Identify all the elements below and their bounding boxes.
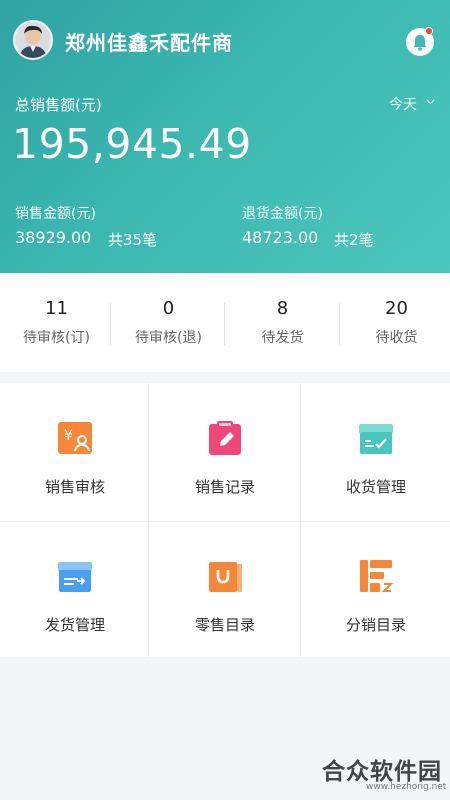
watermark-title: 合众软件园 — [322, 759, 442, 785]
distribution-catalog-icon — [360, 560, 394, 592]
sales-summary-header: 郑州佳鑫禾配件商 总销售额(元) 今天 195,945.49 销售金额(元) 3… — [0, 0, 450, 273]
retail-bag-icon — [209, 562, 242, 592]
watermark-url: www.hezhong.net — [366, 782, 447, 792]
menu-retail-catalog[interactable]: 零售目录 — [150, 521, 300, 658]
sales-amount-label: 销售金额(元) — [15, 206, 96, 222]
menu-distribution-catalog[interactable]: 分销目录 — [301, 521, 450, 658]
order-status-bar: 11 待审核(订) 0 待审核(退) 8 待发货 20 待收货 — [0, 273, 450, 372]
menu-sales-record[interactable]: 销售记录 — [150, 383, 300, 520]
status-pending-order-review[interactable]: 11 待审核(订) — [0, 298, 113, 347]
edit-record-icon — [209, 421, 241, 455]
divider — [224, 303, 225, 345]
watermark: 合众软件园 www.hezhong.net — [300, 744, 450, 800]
shop-name: 郑州佳鑫禾配件商 — [65, 31, 233, 55]
divider — [110, 303, 111, 345]
svg-text:¥: ¥ — [64, 428, 73, 444]
returns-count: 共2笔 — [334, 231, 374, 249]
status-label: 待发货 — [261, 330, 304, 346]
chevron-down-icon[interactable] — [426, 97, 435, 106]
status-count: 8 — [276, 298, 289, 319]
total-sales-value: 195,945.49 — [12, 120, 252, 168]
sales-count: 共35笔 — [108, 231, 158, 249]
menu-label: 销售记录 — [194, 478, 255, 496]
menu-label: 零售目录 — [194, 616, 255, 634]
status-label: 待审核(订) — [23, 330, 90, 346]
yuan-audit-icon: ¥ — [58, 422, 92, 454]
status-count: 11 — [45, 298, 68, 319]
returns-amount-value: 48723.00 — [242, 228, 319, 247]
menu-shipping-management[interactable]: 发货管理 — [0, 521, 150, 658]
status-count: 0 — [162, 298, 175, 319]
menu-sales-audit[interactable]: ¥ 销售审核 — [0, 383, 150, 520]
period-selector[interactable]: 今天 — [389, 94, 417, 114]
status-label: 待审核(退) — [135, 330, 202, 346]
menu-receiving-management[interactable]: 收货管理 — [301, 383, 450, 520]
status-pending-shipment[interactable]: 8 待发货 — [226, 298, 339, 347]
menu-label: 销售审核 — [44, 478, 105, 496]
user-avatar[interactable] — [13, 20, 53, 60]
returns-amount-label: 退货金额(元) — [242, 206, 323, 222]
function-grid: ¥ 销售审核 销售记录 收货管理 发货管理 零售目录 分销目录 — [0, 383, 450, 657]
status-pending-receipt[interactable]: 20 待收货 — [340, 298, 450, 347]
menu-label: 收货管理 — [345, 478, 406, 496]
menu-label: 发货管理 — [44, 616, 105, 634]
status-pending-return-review[interactable]: 0 待审核(退) — [112, 298, 225, 347]
status-label: 待收货 — [375, 330, 418, 346]
sales-amount-value: 38929.00 — [15, 228, 92, 247]
total-sales-label: 总销售额(元) — [15, 96, 102, 114]
menu-label: 分销目录 — [345, 616, 406, 634]
status-count: 20 — [385, 298, 408, 319]
receive-box-icon — [359, 424, 393, 454]
ship-box-icon — [58, 562, 92, 592]
notification-badge — [425, 27, 433, 35]
